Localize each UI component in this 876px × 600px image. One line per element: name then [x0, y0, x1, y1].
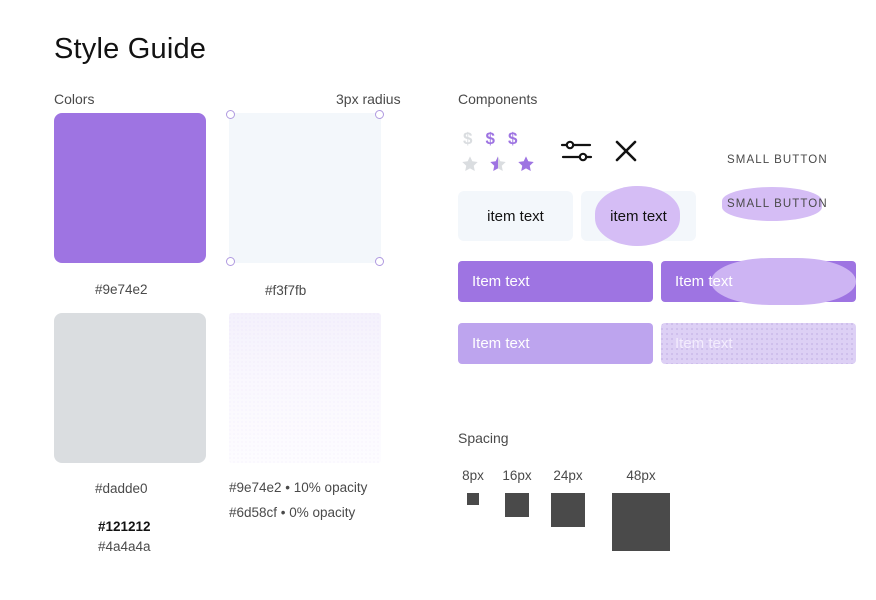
- dollar-icon-active[interactable]: $: [508, 130, 517, 147]
- spacing-label: 48px: [626, 468, 656, 483]
- dollar-icon-inactive[interactable]: $: [463, 130, 472, 147]
- colors-section-heading: Colors: [54, 91, 95, 107]
- resize-handle-top-left[interactable]: [226, 110, 235, 119]
- spacing-box: [505, 493, 529, 517]
- swatch-caption-tint-line2: #6d58cf • 0% opacity: [229, 505, 356, 520]
- resize-handle-top-right[interactable]: [375, 110, 384, 119]
- spacing-box: [612, 493, 670, 551]
- item-chip-label: item text: [610, 207, 667, 225]
- color-swatch-gray[interactable]: [54, 313, 206, 463]
- swatch-caption-light: #f3f7fb: [265, 283, 307, 298]
- small-button-default[interactable]: SMALL BUTTON: [727, 154, 828, 166]
- text-color-primary-label: #121212: [98, 519, 151, 534]
- color-swatch-tint[interactable]: [229, 313, 381, 463]
- item-bar-label: Item text: [472, 273, 530, 290]
- color-swatch-primary[interactable]: [54, 113, 206, 263]
- spacing-box: [551, 493, 585, 527]
- item-chip-default[interactable]: item text: [458, 191, 573, 241]
- spacing-box: [467, 493, 479, 505]
- resize-handle-bottom-right[interactable]: [375, 257, 384, 266]
- item-bar-label: Item text: [675, 273, 733, 290]
- radius-annotation-label: 3px radius: [336, 91, 401, 107]
- sliders-icon[interactable]: [560, 138, 594, 164]
- item-bar-disabled[interactable]: Item text: [661, 323, 856, 364]
- components-section-heading: Components: [458, 91, 538, 107]
- spacing-section-heading: Spacing: [458, 430, 509, 446]
- color-swatch-light[interactable]: [226, 110, 384, 266]
- item-bar-label: Item text: [675, 335, 733, 352]
- item-chip-label: item text: [487, 207, 544, 225]
- price-rating-group[interactable]: $ $ $: [463, 130, 517, 147]
- item-bar-label: Item text: [472, 335, 530, 352]
- resize-handle-bottom-left[interactable]: [226, 257, 235, 266]
- spacing-sample-24: 24px: [542, 468, 594, 527]
- item-bar-light[interactable]: Item text: [458, 323, 653, 364]
- page-title: Style Guide: [54, 33, 207, 65]
- spacing-label: 16px: [502, 468, 532, 483]
- text-color-secondary-label: #4a4a4a: [98, 539, 151, 554]
- star-icon-half[interactable]: [489, 155, 507, 173]
- star-rating-group[interactable]: [461, 155, 535, 173]
- small-button-highlighted[interactable]: SMALL BUTTON: [727, 198, 828, 210]
- dollar-icon-active[interactable]: $: [485, 130, 494, 147]
- spacing-sample-16: 16px: [491, 468, 543, 517]
- spacing-label: 24px: [553, 468, 583, 483]
- close-icon[interactable]: [613, 138, 639, 164]
- swatch-caption-primary: #9e74e2: [95, 282, 148, 297]
- swatch-caption-tint-line1: #9e74e2 • 10% opacity: [229, 480, 368, 495]
- item-bar-default[interactable]: Item text: [458, 261, 653, 302]
- spacing-sample-48: 48px: [605, 468, 677, 551]
- star-icon-full[interactable]: [517, 155, 535, 173]
- swatch-caption-gray: #dadde0: [95, 481, 148, 496]
- star-icon-empty[interactable]: [461, 155, 479, 173]
